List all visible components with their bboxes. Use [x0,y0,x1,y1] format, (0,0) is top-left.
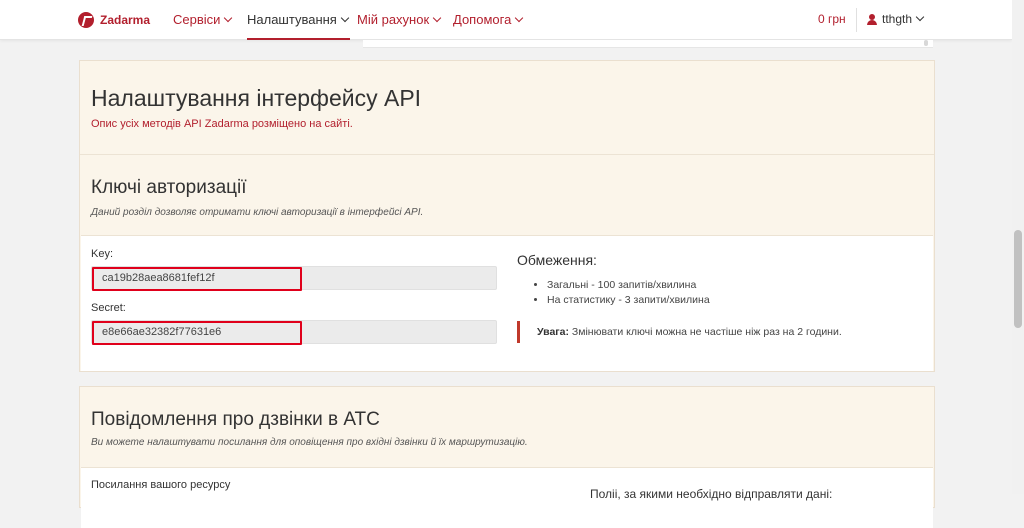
nav-settings[interactable]: Налаштування [247,12,350,40]
rate-warning: Увага: Змінювати ключі можна не частіше … [517,321,842,343]
nav-services[interactable]: Сервіси [173,12,233,27]
zadarma-logo[interactable]: Zadarma [78,11,150,29]
api-settings-panel: Налаштування інтерфейсу API Опис усіх ме… [79,60,935,372]
notifications-title: Повідомлення про дзвінки в АТС [91,409,380,430]
previous-panel-bottom [363,40,933,48]
nav-my-account-label: Мій рахунок [357,12,430,27]
chevron-down-icon [224,13,233,22]
username: tthgth [882,12,913,26]
limit-item: На статистику - 3 запити/хвилина [547,293,710,308]
user-menu[interactable]: tthgth [867,12,925,26]
scrollbar-thumb[interactable] [1014,230,1022,328]
chevron-down-icon [515,13,524,22]
user-icon [867,13,877,25]
section-divider [80,154,934,155]
zadarma-logo-icon [78,12,94,28]
nav-help-label: Допомога [453,12,512,27]
limits-title: Обмеження: [517,252,597,268]
api-docs-link[interactable]: Опис усіх методів API Zadarma розміщено … [91,118,353,130]
call-notifications-panel: Повідомлення про дзвінки в АТС Ви можете… [79,386,935,528]
key-label: Key: [91,248,114,260]
account-balance[interactable]: 0 грн [818,12,846,26]
notifications-body: Посилання вашого ресурсу Поліі, за якими… [81,467,933,528]
previous-panel-scrollbar[interactable] [924,40,928,46]
nav-settings-label: Налаштування [247,12,337,27]
auth-keys-title: Ключі авторизації [91,177,247,198]
nav-services-label: Сервіси [173,12,221,27]
key-highlight-box [92,267,302,291]
page-scrollbar[interactable] [1012,0,1024,494]
nav-help[interactable]: Допомога [453,12,524,27]
nav-divider [856,8,857,32]
auth-keys-body: Key: ca19b28aea8681fef12f Secret: e8e66a… [81,235,933,371]
limit-item: Загальні - 100 запитів/хвилина [547,278,710,293]
notifications-description: Ви можете налаштувати посилання для опов… [91,437,528,448]
secret-highlight-box [92,321,302,345]
page-title: Налаштування інтерфейсу API [91,85,422,111]
secret-label: Secret: [91,302,126,314]
fields-label: Поліі, за якими необхідно відправляти да… [590,487,833,501]
chevron-down-icon [915,12,925,22]
resource-link-label: Посилання вашого ресурсу [91,479,231,491]
chevron-down-icon [432,13,442,22]
auth-keys-description: Даний розділ дозволяє отримати ключі авт… [91,207,424,218]
chevron-down-icon [340,13,350,22]
warning-label: Увага: [537,326,569,338]
limits-list: Загальні - 100 запитів/хвилина На статис… [517,278,710,308]
logo-text: Zadarma [100,13,151,27]
secret-field[interactable]: e8e66ae32382f77631e6 [91,320,497,345]
nav-my-account[interactable]: Мій рахунок [357,12,442,27]
key-field[interactable]: ca19b28aea8681fef12f [91,266,497,291]
top-navigation: Zadarma Сервіси Налаштування Мій рахунок… [0,0,1012,40]
warning-text: Змінювати ключі можна не частіше ніж раз… [569,326,842,338]
